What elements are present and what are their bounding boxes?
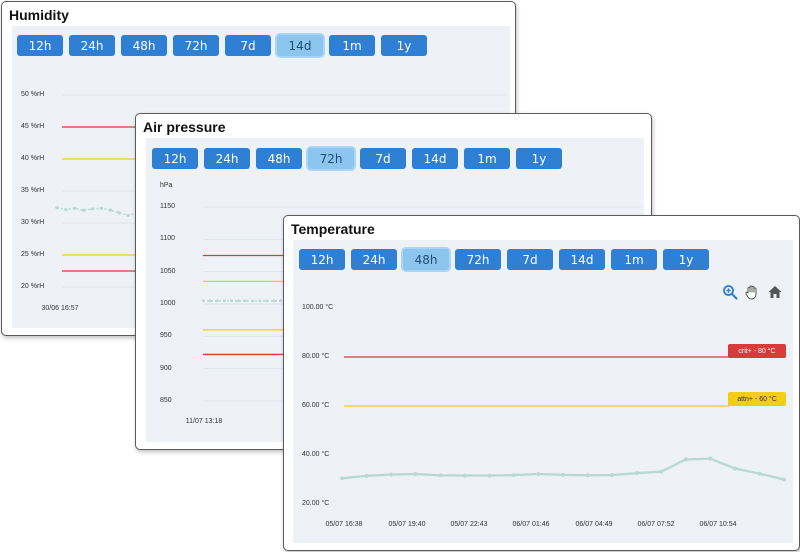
humidity-data-point bbox=[117, 211, 121, 215]
air-pressure-data-point bbox=[222, 299, 226, 303]
temperature-x-tick-label: 05/07 19:40 bbox=[388, 521, 426, 528]
temperature-panel: Temperature 12h 24h 48h 72h 7d 14d 1m 1y 20.00 … bbox=[283, 215, 800, 551]
air-pressure-data-point bbox=[258, 299, 262, 303]
temperature-data-point bbox=[683, 457, 688, 462]
temperature-data-point bbox=[511, 473, 516, 478]
air-pressure-y-tick-label: 900 bbox=[160, 364, 172, 372]
air-pressure-data-point bbox=[265, 299, 269, 303]
pan-hand-icon[interactable] bbox=[744, 284, 760, 300]
humidity-y-tick-label: 35 %rH bbox=[21, 187, 45, 194]
humidity-data-point bbox=[99, 206, 104, 210]
temperature-y-tick-label: 20.00 °C bbox=[302, 500, 330, 507]
air-pressure-data-point bbox=[229, 299, 233, 303]
air-pressure-data-point bbox=[272, 299, 276, 303]
home-icon[interactable] bbox=[767, 284, 783, 300]
temperature-y-tick-label: 40.00 °C bbox=[302, 451, 330, 458]
humidity-data-point bbox=[73, 206, 77, 210]
temperature-data-point bbox=[389, 472, 394, 477]
humidity-y-tick-label: 40 %rH bbox=[21, 155, 45, 162]
zoom-in-icon[interactable] bbox=[722, 284, 738, 300]
temperature-chart: 20.00 °C 40.00 °C 60.00 °C 80.00 °C 100.00 °… bbox=[284, 216, 799, 550]
humidity-x-tick-label: 30/06 16:57 bbox=[41, 305, 79, 312]
humidity-y-tick-label: 45 %rH bbox=[21, 123, 45, 130]
temperature-x-tick-label: 06/07 10:54 bbox=[699, 521, 737, 528]
temperature-data-point bbox=[585, 473, 590, 478]
humidity-y-tick-label: 25 %rH bbox=[21, 251, 45, 258]
temperature-data-point bbox=[438, 473, 443, 478]
temperature-data-point bbox=[487, 473, 492, 478]
temperature-y-tick-label: 100.00 °C bbox=[302, 304, 334, 311]
air-pressure-data-point bbox=[201, 299, 205, 303]
air-pressure-x-tick-label: 11/07 13:18 bbox=[185, 418, 223, 425]
temperature-data-point bbox=[536, 472, 541, 477]
humidity-data-point bbox=[108, 208, 113, 212]
crit-annotation-label: crit+ - 80 °C bbox=[738, 347, 776, 355]
humidity-data-point bbox=[81, 208, 86, 212]
air-pressure-data-point bbox=[215, 299, 219, 303]
air-pressure-data-point bbox=[208, 299, 212, 303]
temperature-data-point bbox=[610, 473, 615, 478]
air-pressure-data-point bbox=[237, 299, 240, 303]
air-pressure-data-point bbox=[251, 299, 255, 303]
air-pressure-y-tick-label: 1050 bbox=[160, 267, 176, 275]
temperature-x-tick-label: 06/07 01:46 bbox=[512, 521, 550, 528]
temperature-data-point bbox=[659, 469, 664, 474]
temperature-data-point bbox=[757, 471, 762, 476]
humidity-data-point bbox=[55, 205, 59, 210]
temperature-data-point bbox=[708, 456, 713, 461]
air-pressure-y-tick-label: 1100 bbox=[160, 235, 176, 243]
temperature-plot-svg bbox=[340, 356, 786, 482]
temperature-data-point bbox=[364, 473, 369, 478]
temperature-data-point bbox=[732, 466, 737, 471]
temperature-data-point bbox=[634, 471, 639, 476]
attn-annotation: attn+ - 60 °C bbox=[728, 392, 786, 406]
air-pressure-unit-label: hPa bbox=[160, 182, 173, 189]
temperature-x-tick-label: 05/07 22:43 bbox=[450, 521, 488, 528]
air-pressure-y-tick-label: 950 bbox=[160, 332, 172, 340]
temperature-data-point bbox=[413, 472, 418, 477]
humidity-y-tick-label: 20 %rH bbox=[21, 283, 45, 290]
humidity-data-point bbox=[64, 207, 68, 212]
crit-annotation: crit+ - 80 °C bbox=[728, 344, 786, 358]
air-pressure-data-point bbox=[244, 299, 247, 303]
air-pressure-y-tick-label: 1150 bbox=[160, 203, 176, 210]
humidity-data-point bbox=[126, 213, 130, 218]
attn-annotation-label: attn+ - 60 °C bbox=[737, 395, 777, 403]
temperature-x-tick-label: 06/07 07:52 bbox=[637, 521, 675, 528]
air-pressure-y-tick-label: 850 bbox=[160, 397, 172, 404]
humidity-data-point bbox=[90, 207, 95, 211]
temperature-data-point bbox=[782, 477, 786, 482]
temperature-y-tick-label: 60.00 °C bbox=[302, 402, 330, 409]
humidity-y-tick-label: 30 %rH bbox=[21, 219, 45, 226]
humidity-series-line bbox=[56, 206, 138, 217]
temperature-data-point bbox=[561, 472, 565, 477]
humidity-y-tick-label: 50 %rH bbox=[21, 91, 45, 98]
air-pressure-y-tick-label: 1000 bbox=[160, 300, 176, 307]
air-pressure-data-point bbox=[279, 299, 283, 303]
temperature-x-tick-label: 06/07 04:49 bbox=[575, 521, 613, 528]
temperature-data-point bbox=[340, 476, 344, 481]
temperature-y-tick-label: 80.00 °C bbox=[302, 353, 330, 360]
temperature-data-point bbox=[462, 473, 467, 478]
temperature-x-tick-label: 05/07 16:38 bbox=[325, 521, 363, 528]
